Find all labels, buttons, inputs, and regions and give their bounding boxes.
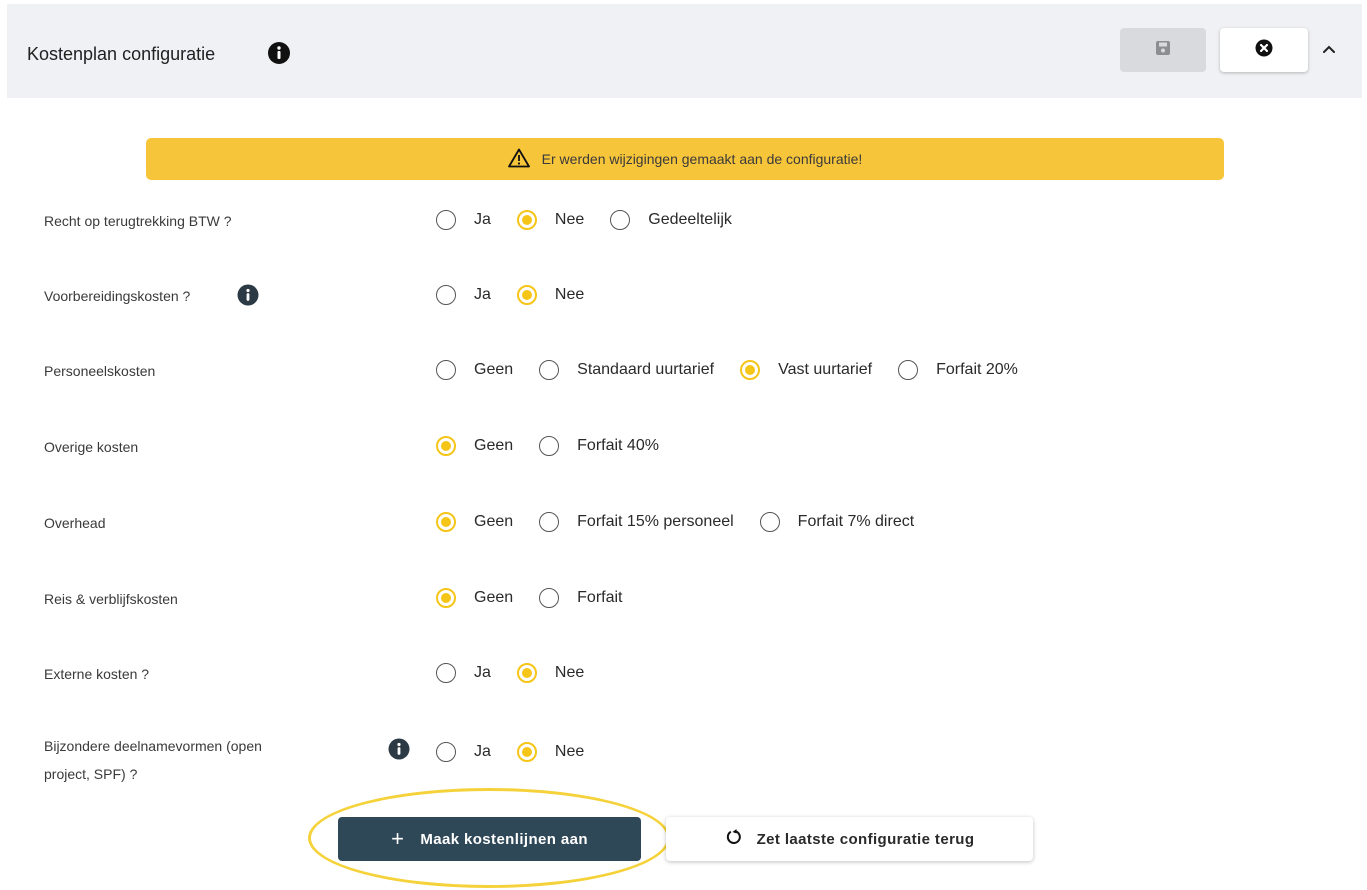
row-overhead: Overhead Geen Forfait 15% personeel Forf… — [0, 502, 1367, 542]
row-label: Personeelskosten — [44, 363, 156, 379]
row-reis-verblijfskosten: Reis & verblijfskosten Geen Forfait — [0, 578, 1367, 618]
save-button[interactable] — [1120, 28, 1206, 72]
radio-button-selected[interactable] — [516, 210, 537, 230]
radio-button[interactable] — [539, 512, 560, 532]
radio-option-vast-uurtarief[interactable]: Vast uurtarief — [740, 360, 872, 380]
radio-group-btw: Ja Nee Gedeeltelijk — [436, 200, 758, 240]
radio-option-gedeeltelijk[interactable]: Gedeeltelijk — [610, 210, 732, 230]
radio-button[interactable] — [898, 360, 919, 380]
collapse-button[interactable] — [1317, 38, 1341, 62]
create-cost-lines-label: Maak kostenlijnen aan — [420, 830, 588, 848]
row-label-line2: project, SPF) ? — [44, 766, 138, 782]
radio-button-selected[interactable] — [516, 663, 537, 683]
row-label: Overhead — [44, 515, 106, 531]
row-personeelskosten: Personeelskosten Geen Standaard uurtarie… — [0, 350, 1367, 390]
radio-button[interactable] — [436, 210, 456, 230]
radio-option-ja[interactable]: Ja — [436, 285, 491, 305]
warning-triangle-icon — [507, 148, 542, 171]
info-circle-icon[interactable] — [388, 738, 410, 760]
row-externe-kosten: Externe kosten ? Ja Nee — [0, 653, 1367, 693]
revert-configuration-label: Zet laatste configuratie terug — [756, 830, 975, 848]
radio-button-selected[interactable] — [436, 588, 456, 608]
radio-group-overhead: Geen Forfait 15% personeel Forfait 7% di… — [436, 502, 940, 542]
radio-button-selected[interactable] — [436, 436, 456, 456]
revert-configuration-button[interactable]: Zet laatste configuratie terug — [666, 817, 1033, 861]
radio-option-forfait-40[interactable]: Forfait 40% — [539, 436, 659, 456]
radio-button-selected[interactable] — [436, 512, 456, 532]
close-circle-icon — [1255, 39, 1273, 62]
row-btw: Recht op terugtrekking BTW ? Ja Nee Gede… — [0, 200, 1367, 240]
warning-banner: Er werden wijzigingen gemaakt aan de con… — [146, 138, 1224, 180]
plus-icon: + — [391, 826, 405, 851]
radio-option-geen[interactable]: Geen — [436, 436, 513, 456]
row-label: Recht op terugtrekking BTW ? — [44, 213, 232, 229]
radio-button[interactable] — [436, 360, 456, 380]
row-label: Overige kosten — [44, 439, 139, 455]
radio-group-overige-kosten: Geen Forfait 40% — [436, 426, 685, 466]
radio-option-ja[interactable]: Ja — [436, 663, 491, 683]
radio-option-nee[interactable]: Nee — [516, 742, 584, 762]
radio-option-nee[interactable]: Nee — [516, 210, 584, 230]
config-header: Kostenplan configuratie — [7, 4, 1362, 98]
row-bijzondere-deelnamevormen: Bijzondere deelnamevormen (open project,… — [0, 732, 1367, 782]
row-label: Externe kosten ? — [44, 666, 150, 682]
radio-option-forfait[interactable]: Forfait — [539, 588, 622, 608]
radio-option-nee[interactable]: Nee — [516, 285, 584, 305]
row-label: Reis & verblijfskosten — [44, 591, 178, 607]
radio-option-ja[interactable]: Ja — [436, 210, 491, 230]
radio-option-forfait-20[interactable]: Forfait 20% — [898, 360, 1018, 380]
radio-option-nee[interactable]: Nee — [516, 663, 584, 683]
radio-group-reis-verblijfskosten: Geen Forfait — [436, 578, 648, 618]
row-label: Bijzondere deelnamevormen (open project,… — [44, 732, 262, 788]
radio-option-ja[interactable]: Ja — [436, 742, 491, 762]
radio-button[interactable] — [436, 285, 456, 305]
create-cost-lines-button[interactable]: + Maak kostenlijnen aan — [338, 817, 641, 861]
info-circle-icon[interactable] — [237, 284, 259, 306]
radio-group-personeelskosten: Geen Standaard uurtarief Vast uurtarief … — [436, 350, 1044, 390]
radio-group-externe-kosten: Ja Nee — [436, 653, 610, 693]
radio-button[interactable] — [610, 210, 631, 230]
undo-icon — [725, 828, 757, 850]
radio-option-geen[interactable]: Geen — [436, 588, 513, 608]
radio-group-voorbereidingskosten: Ja Nee — [436, 275, 610, 315]
radio-option-geen[interactable]: Geen — [436, 360, 513, 380]
warning-text: Er werden wijzigingen gemaakt aan de con… — [541, 151, 863, 167]
radio-option-geen[interactable]: Geen — [436, 512, 513, 532]
row-label-line1: Bijzondere deelnamevormen (open — [44, 738, 262, 754]
floppy-disk-icon — [1155, 40, 1171, 61]
radio-option-standaard-uurtarief[interactable]: Standaard uurtarief — [539, 360, 714, 380]
radio-group-bijzondere-deelnamevormen: Ja Nee — [436, 732, 610, 772]
radio-button[interactable] — [436, 663, 456, 683]
radio-option-forfait-7-direct[interactable]: Forfait 7% direct — [759, 512, 914, 532]
radio-option-forfait-15-personeel[interactable]: Forfait 15% personeel — [539, 512, 734, 532]
radio-button-selected[interactable] — [740, 360, 761, 380]
row-label: Voorbereidingskosten ? — [44, 288, 191, 304]
row-overige-kosten: Overige kosten Geen Forfait 40% — [0, 426, 1367, 466]
close-button[interactable] — [1220, 28, 1308, 72]
chevron-up-icon — [1322, 41, 1336, 59]
radio-button[interactable] — [539, 360, 560, 380]
info-circle-icon[interactable] — [267, 41, 291, 65]
radio-button[interactable] — [759, 512, 780, 532]
row-voorbereidingskosten: Voorbereidingskosten ? Ja Nee — [0, 275, 1367, 315]
radio-button-selected[interactable] — [516, 285, 537, 305]
radio-button[interactable] — [436, 742, 456, 762]
radio-button[interactable] — [539, 588, 560, 608]
radio-button-selected[interactable] — [516, 742, 537, 762]
radio-button[interactable] — [539, 436, 560, 456]
page-title: Kostenplan configuratie — [27, 44, 216, 64]
